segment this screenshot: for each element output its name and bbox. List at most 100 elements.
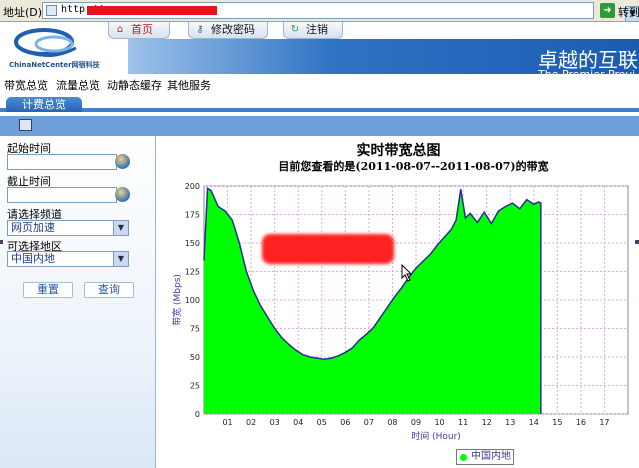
end-time-input[interactable] (7, 187, 117, 203)
toolbar (0, 116, 639, 136)
region-value: 中国内地 (11, 252, 55, 265)
menu-item-cache[interactable]: 动静态缓存 (107, 77, 162, 93)
data-point (365, 333, 368, 335)
x-tick-label: 10 (434, 418, 444, 427)
address-label: 地址(D) (3, 6, 43, 19)
x-tick-label: 15 (552, 418, 562, 427)
data-point (497, 210, 500, 212)
data-point (231, 219, 233, 221)
subtab-strip: 计费总览 (0, 92, 639, 112)
data-point (295, 349, 297, 351)
data-point (252, 290, 255, 292)
y-tick-label: 25 (190, 382, 200, 391)
data-point (217, 205, 219, 208)
data-point (394, 295, 396, 298)
data-point (245, 270, 247, 273)
x-tick-label: 16 (576, 418, 586, 427)
tab-logout-label: 注销 (306, 23, 328, 36)
data-point (504, 205, 507, 208)
page-icon (46, 5, 57, 16)
calendar-icon[interactable] (115, 187, 130, 202)
calendar-grid-icon[interactable] (19, 119, 32, 131)
filter-panel: 起始时间 截止时间 请选择频道 网页加速 ▼ 可选择地区 中国内地 ▼ 重置 查… (0, 136, 156, 468)
home-icon: ⌂ (116, 24, 124, 35)
logo-text: ChinaNetCenter网宿科技 (9, 61, 100, 69)
tab-change-password[interactable]: ⚷ 修改密码 (188, 22, 268, 39)
data-point (203, 259, 205, 261)
x-tick-label: 11 (458, 418, 468, 427)
data-point (537, 201, 540, 203)
splitter-handle[interactable] (0, 240, 3, 244)
menu-item-other[interactable]: 其他服务 (167, 77, 211, 93)
x-tick-label: 09 (411, 418, 421, 427)
data-point (380, 316, 382, 318)
address-input[interactable]: http:// ▼ (42, 2, 639, 22)
data-point (316, 357, 318, 359)
x-tick-label: 02 (246, 418, 256, 427)
y-tick-label: 150 (185, 239, 200, 248)
x-tick-label: 03 (270, 418, 280, 427)
tab-billing-overview[interactable]: 计费总览 (6, 97, 82, 112)
x-axis-label: 时间 (Hour) (411, 430, 461, 442)
data-point (450, 228, 452, 230)
legend-label: 中国内地 (471, 451, 511, 462)
data-point (401, 286, 403, 289)
site-header: ChinaNetCenter网宿科技 卓越的互联 The Premier Pro… (0, 22, 639, 81)
channel-select[interactable]: 网页加速 ▼ (7, 220, 129, 236)
tab-change-password-label: 修改密码 (211, 23, 255, 36)
x-tick-label: 17 (599, 418, 609, 427)
tab-logout[interactable]: ↻ 注销 (283, 22, 343, 39)
x-tick-label: 06 (340, 418, 350, 427)
data-point (415, 267, 417, 269)
calendar-icon[interactable] (115, 154, 130, 169)
x-tick-label: 07 (364, 418, 374, 427)
data-point (281, 337, 283, 339)
tab-home[interactable]: ⌂ 首页 (108, 22, 170, 39)
data-point (476, 221, 478, 224)
y-tick-label: 175 (185, 211, 200, 220)
menu-item-traffic[interactable]: 流量总览 (56, 77, 100, 93)
data-point (540, 202, 542, 204)
chart-title: 实时带宽总图 (356, 143, 441, 159)
go-label: 转到 (618, 6, 639, 19)
channel-value: 网页加速 (11, 221, 55, 234)
bandwidth-chart: 0 25 50 75 100 125 150 175 200 01 02 03 04 05 06 07 08 09… (158, 136, 639, 468)
data-point (436, 244, 438, 246)
data-point (526, 199, 528, 201)
reset-button[interactable]: 重置 (23, 282, 73, 298)
data-point (309, 356, 311, 358)
address-bar: 地址(D) http:// ▼ ➜ 转到 (0, 0, 639, 22)
chevron-down-icon[interactable]: ▼ (113, 252, 128, 266)
x-tick-label: 14 (529, 418, 539, 427)
chart-canvas: 0 25 50 75 100 125 150 175 200 01 02 03 04 05 06 07 08 09… (171, 182, 629, 442)
chevron-down-icon[interactable]: ▼ (113, 221, 128, 235)
menu-item-bandwidth[interactable]: 带宽总览 (4, 77, 48, 93)
chart-legend: 中国内地 (456, 449, 514, 465)
data-point (443, 236, 445, 238)
splitter-handle-right[interactable] (635, 240, 639, 244)
y-tick-label: 100 (185, 296, 200, 305)
x-tick-label: 13 (505, 418, 515, 427)
logo: ChinaNetCenter网宿科技 (4, 24, 114, 72)
data-point (429, 253, 431, 255)
data-point (422, 260, 424, 262)
data-point (210, 189, 212, 192)
refresh-icon: ↻ (290, 24, 300, 35)
mouse-cursor-icon (401, 264, 413, 282)
main-menu: 带宽总览 流量总览 动静态缓存 其他服务 (0, 74, 639, 92)
query-button[interactable]: 查询 (84, 282, 134, 298)
data-point (358, 339, 361, 341)
data-point (267, 316, 269, 318)
data-point (302, 354, 304, 356)
start-time-input[interactable] (7, 154, 117, 170)
y-tick-label: 200 (185, 182, 200, 191)
data-point (224, 210, 226, 212)
region-select[interactable]: 中国内地 ▼ (7, 251, 129, 267)
redacted-url (87, 6, 217, 15)
data-point (455, 219, 457, 221)
go-button[interactable]: ➜ 转到 (600, 3, 639, 19)
data-point (373, 326, 375, 328)
data-point (483, 211, 485, 213)
data-point (519, 208, 521, 210)
data-point (511, 202, 514, 204)
